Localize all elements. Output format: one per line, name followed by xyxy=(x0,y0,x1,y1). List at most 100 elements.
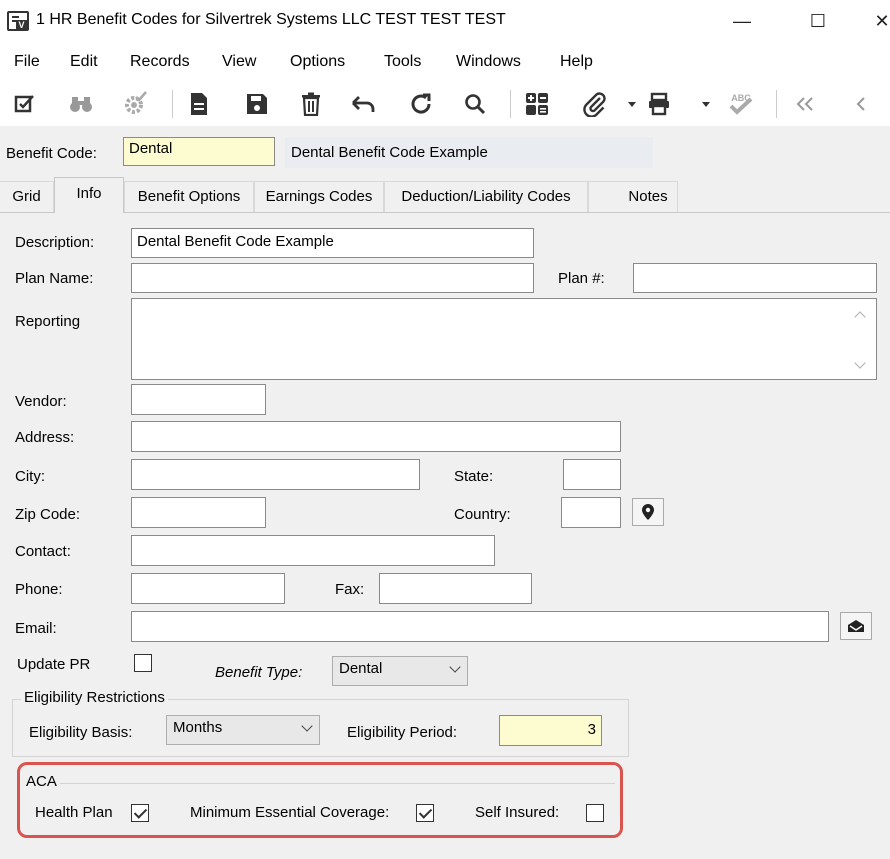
send-email-button[interactable] xyxy=(840,612,872,640)
menu-tools[interactable]: Tools xyxy=(384,53,421,71)
description-input[interactable]: Dental Benefit Code Example xyxy=(131,228,534,258)
city-input[interactable] xyxy=(131,459,420,490)
vendor-input[interactable] xyxy=(131,384,266,415)
maximize-button[interactable]: ☐ xyxy=(798,6,838,36)
print-icon[interactable] xyxy=(642,86,676,122)
eligibility-restrictions-title: Eligibility Restrictions xyxy=(21,689,168,706)
phone-input[interactable] xyxy=(131,573,285,604)
attach-dropdown-icon[interactable] xyxy=(628,102,636,107)
app-icon xyxy=(7,11,29,31)
chevron-down-icon xyxy=(449,661,461,673)
address-label: Address: xyxy=(15,429,75,446)
minimize-button[interactable]: — xyxy=(722,6,762,36)
tab-benefit-options[interactable]: Benefit Options xyxy=(124,181,254,212)
gear-check-icon[interactable] xyxy=(118,86,152,122)
country-input[interactable] xyxy=(561,497,621,528)
health-plan-checkbox[interactable] xyxy=(131,804,149,822)
binoculars-icon[interactable] xyxy=(64,86,98,122)
eligibility-period-label: Eligibility Period: xyxy=(347,724,458,741)
plan-number-label: Plan #: xyxy=(558,270,605,287)
state-label: State: xyxy=(454,468,494,485)
eligibility-basis-label: Eligibility Basis: xyxy=(29,724,133,741)
benefit-code-description: Dental Benefit Code Example xyxy=(285,137,653,168)
calculator-icon[interactable] xyxy=(520,86,554,122)
envelope-icon xyxy=(848,620,864,632)
aca-group-title: ACA xyxy=(23,773,60,790)
plan-name-label: Plan Name: xyxy=(15,270,94,287)
contact-input[interactable] xyxy=(131,535,495,566)
toolbar: ABC xyxy=(0,82,890,126)
title-bar: 1 HR Benefit Codes for Silvertrek System… xyxy=(0,0,890,42)
self-insured-label: Self Insured: xyxy=(475,804,560,821)
menu-help[interactable]: Help xyxy=(560,53,593,71)
menu-edit[interactable]: Edit xyxy=(70,53,98,71)
benefit-type-select[interactable]: Dental xyxy=(332,656,468,686)
benefit-code-input[interactable]: Dental xyxy=(123,137,275,166)
zip-code-input[interactable] xyxy=(131,497,266,528)
new-document-icon[interactable] xyxy=(182,86,216,122)
contact-label: Contact: xyxy=(15,543,71,560)
previous-record-icon[interactable] xyxy=(844,86,878,122)
paperclip-icon[interactable] xyxy=(578,86,612,122)
email-label: Email: xyxy=(15,620,57,637)
info-panel: Description: Dental Benefit Code Example… xyxy=(0,213,890,859)
menu-options[interactable]: Options xyxy=(290,53,345,71)
menu-bar: File Edit Records View Options Tools Win… xyxy=(0,42,890,82)
plan-name-input[interactable] xyxy=(131,263,534,293)
tab-info[interactable]: Info xyxy=(54,177,124,213)
undo-icon[interactable] xyxy=(346,86,380,122)
menu-windows[interactable]: Windows xyxy=(456,53,521,71)
minimum-essential-coverage-checkbox[interactable] xyxy=(416,804,434,822)
edit-check-icon[interactable] xyxy=(8,86,42,122)
health-plan-label: Health Plan xyxy=(35,804,113,821)
refresh-icon[interactable] xyxy=(404,86,438,122)
eligibility-period-input[interactable]: 3 xyxy=(499,715,602,746)
phone-label: Phone: xyxy=(15,581,63,598)
eligibility-basis-select[interactable]: Months xyxy=(166,715,320,745)
chevron-down-icon xyxy=(301,720,313,732)
plan-number-input[interactable] xyxy=(633,263,877,293)
email-input[interactable] xyxy=(131,611,829,642)
tab-earnings-codes[interactable]: Earnings Codes xyxy=(254,181,384,212)
first-record-icon[interactable] xyxy=(788,86,822,122)
city-label: City: xyxy=(15,468,45,485)
update-pr-label: Update PR xyxy=(17,656,91,673)
scroll-up-arrow-icon[interactable] xyxy=(854,311,866,323)
delete-icon[interactable] xyxy=(294,86,328,122)
tab-grid[interactable]: Grid xyxy=(0,181,54,212)
toolbar-separator xyxy=(510,90,511,118)
self-insured-checkbox[interactable] xyxy=(586,804,604,822)
description-label: Description: xyxy=(15,234,95,251)
fax-input[interactable] xyxy=(379,573,532,604)
update-pr-checkbox[interactable] xyxy=(134,654,152,672)
fax-label: Fax: xyxy=(335,581,365,598)
menu-file[interactable]: File xyxy=(14,53,40,71)
map-pin-button[interactable] xyxy=(632,498,664,526)
address-input[interactable] xyxy=(131,421,621,452)
country-label: Country: xyxy=(454,506,511,523)
benefit-code-label: Benefit Code: xyxy=(6,145,97,162)
spell-check-icon[interactable]: ABC xyxy=(724,86,758,122)
header-area: Benefit Code: Dental Dental Benefit Code… xyxy=(0,126,890,178)
benefit-type-value: Dental xyxy=(339,660,383,677)
map-pin-icon xyxy=(642,504,654,520)
search-icon[interactable] xyxy=(458,86,492,122)
window-title: 1 HR Benefit Codes for Silvertrek System… xyxy=(36,11,506,28)
minimum-essential-coverage-label: Minimum Essential Coverage: xyxy=(190,804,390,821)
tab-deduction-liability-codes[interactable]: Deduction/Liability Codes xyxy=(384,181,588,212)
tab-notes[interactable]: Notes xyxy=(588,181,678,212)
state-input[interactable] xyxy=(563,459,621,490)
toolbar-separator xyxy=(776,90,777,118)
save-icon[interactable] xyxy=(240,86,274,122)
menu-view[interactable]: View xyxy=(222,53,256,71)
reporting-label: Reporting xyxy=(15,313,81,330)
print-dropdown-icon[interactable] xyxy=(702,102,710,107)
close-button[interactable]: ✕ xyxy=(862,6,890,36)
eligibility-basis-value: Months xyxy=(173,719,223,736)
menu-records[interactable]: Records xyxy=(130,53,190,71)
reporting-textarea[interactable] xyxy=(131,298,877,380)
scroll-down-arrow-icon[interactable] xyxy=(854,357,866,369)
zip-code-label: Zip Code: xyxy=(15,506,81,523)
benefit-type-label: Benefit Type: xyxy=(215,664,303,681)
toolbar-separator xyxy=(172,90,173,118)
